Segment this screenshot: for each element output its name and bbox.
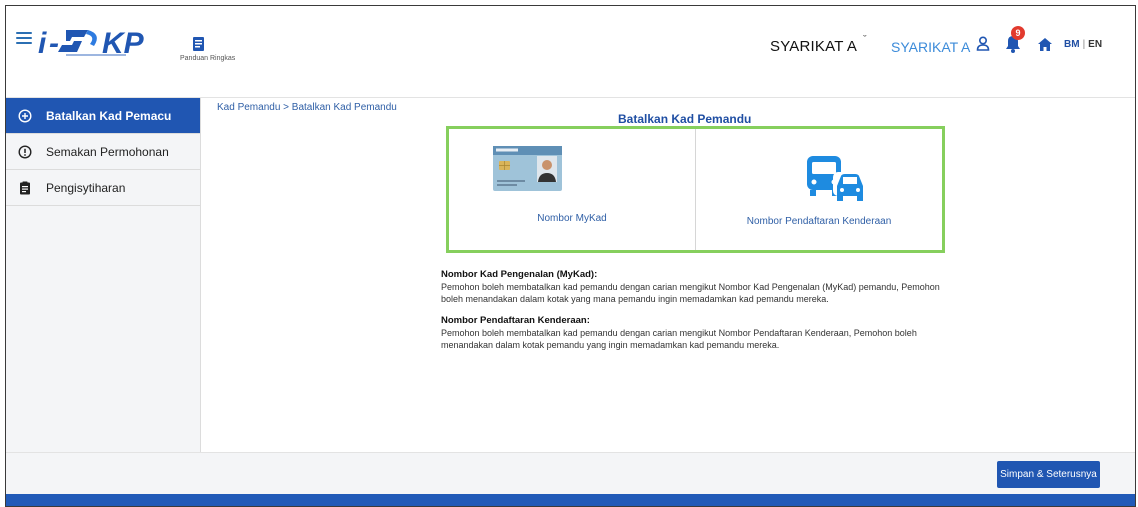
book-icon — [193, 37, 204, 51]
quick-guide-link[interactable]: Panduan Ringkas — [180, 36, 240, 66]
plus-circle-icon — [18, 108, 32, 123]
company-selector[interactable]: SYARIKAT A — [891, 39, 970, 55]
sidebar-item-semakan[interactable]: Semakan Permohonan — [6, 134, 200, 170]
breadcrumb[interactable]: Kad Pemandu > Batalkan Kad Pemandu — [217, 102, 397, 113]
option-mykad-label: Nombor MyKad — [537, 213, 607, 224]
lang-separator: | — [1082, 39, 1086, 50]
instruction-heading-vehicle: Nombor Pendaftaran Kenderaan: — [441, 315, 590, 326]
ispkp-logo[interactable]: i - KP — [36, 24, 176, 58]
option-mykad[interactable]: Nombor MyKad — [449, 129, 695, 250]
company-name: SYARIKAT A — [770, 38, 858, 55]
top-header: i - KP Panduan Ringkas SYARIKAT A ˇ SYAR… — [6, 6, 1135, 98]
option-vehicle-registration[interactable]: Nombor Pendaftaran Kenderaan — [695, 129, 942, 250]
svg-text:i: i — [38, 27, 47, 58]
menu-icon[interactable] — [16, 32, 32, 44]
sidebar-item-batalkan-kad[interactable]: Batalkan Kad Pemacu — [6, 98, 200, 134]
page-title: Batalkan Kad Pemandu — [618, 112, 752, 126]
mykad-card-icon — [493, 146, 562, 191]
info-circle-icon — [18, 144, 32, 159]
option-vehicle-label: Nombor Pendaftaran Kenderaan — [746, 216, 892, 227]
user-icon[interactable] — [976, 36, 990, 51]
svg-text:-: - — [49, 27, 59, 58]
bottom-band — [6, 494, 1135, 506]
vehicle-icon — [807, 156, 865, 201]
notification-badge: 9 — [1011, 26, 1025, 40]
sidebar-item-label: Pengisytiharan — [46, 180, 126, 195]
sidebar: Batalkan Kad Pemacu Semakan Permohonan P… — [6, 98, 201, 452]
instruction-body-mykad: Pemohon boleh membatalkan kad pemandu de… — [441, 282, 940, 304]
sidebar-item-label: Batalkan Kad Pemacu — [46, 108, 172, 123]
quick-guide-label: Panduan Ringkas — [180, 55, 236, 62]
save-and-next-button[interactable]: Simpan & Seterusnya — [997, 461, 1100, 488]
app-window: i - KP Panduan Ringkas SYARIKAT A ˇ SYAR… — [5, 5, 1136, 507]
sidebar-item-label: Semakan Permohonan — [46, 144, 169, 159]
instruction-heading-mykad: Nombor Kad Pengenalan (MyKad): — [441, 269, 598, 280]
clipboard-icon — [20, 181, 30, 194]
search-option-panel: Nombor MyKad Nombor Pendaftaran Kenderaa… — [446, 126, 945, 253]
svg-text:KP: KP — [102, 27, 145, 58]
lang-bm[interactable]: BM — [1064, 39, 1080, 50]
chevron-down-icon[interactable]: ˇ — [863, 34, 867, 46]
instruction-body-vehicle: Pemohon boleh membatalkan kad pemandu de… — [441, 328, 917, 350]
home-icon[interactable] — [1038, 38, 1052, 51]
language-switcher: BM | EN — [1064, 39, 1102, 50]
lang-en[interactable]: EN — [1088, 39, 1102, 50]
sidebar-item-pengisytiharan[interactable]: Pengisytiharan — [6, 170, 200, 206]
instructions: Nombor Kad Pengenalan (MyKad): Pemohon b… — [441, 269, 961, 361]
action-bar — [6, 452, 1135, 494]
